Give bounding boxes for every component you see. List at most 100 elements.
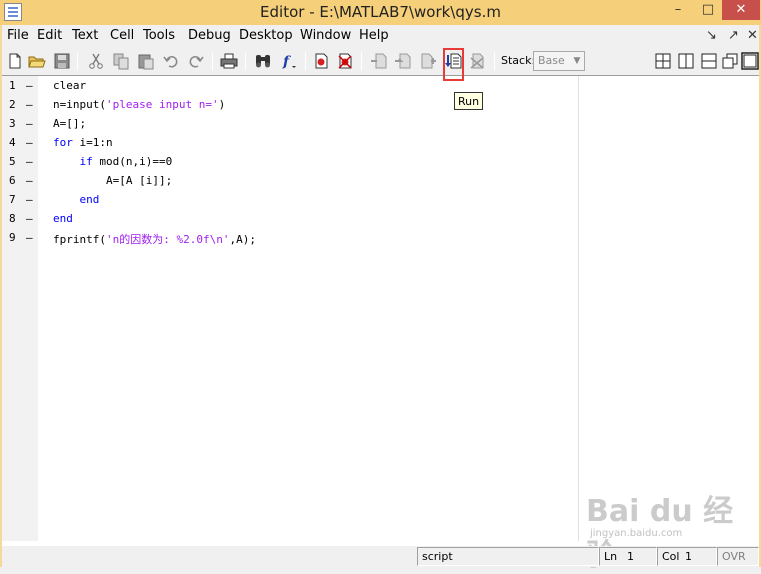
watermark-site: jingyan.baidu.com <box>590 528 683 539</box>
undock-icon[interactable]: ↘ <box>706 28 717 43</box>
title-bar[interactable]: Editor - E:\MATLAB7\work\qys.m – □ ✕ <box>0 0 761 25</box>
code-editor[interactable]: 1–2–3–4–5–6–7–8–9– clear n=input('please … <box>2 75 759 546</box>
breakpoint-marker[interactable]: – <box>26 136 33 149</box>
breakpoint-marker[interactable]: – <box>26 231 33 244</box>
breakpoint-marker[interactable]: – <box>26 174 33 187</box>
tile-grid-icon[interactable] <box>654 52 672 70</box>
paste-icon[interactable] <box>137 52 155 70</box>
menu-cell[interactable]: Cell <box>110 28 134 43</box>
line-number-row[interactable]: 3– <box>2 114 38 133</box>
code-text: n=input( <box>53 98 106 111</box>
split-horizontal-icon[interactable] <box>700 52 718 70</box>
open-folder-icon[interactable] <box>28 52 46 70</box>
code-text: ) <box>218 98 226 111</box>
line-number-row[interactable]: 7– <box>2 190 38 209</box>
menu-edit[interactable]: Edit <box>37 28 62 43</box>
code-line[interactable]: A=[]; <box>53 114 86 133</box>
breakpoint-marker[interactable]: – <box>26 193 33 206</box>
line-number-row[interactable]: 9– <box>2 228 38 247</box>
code-text: A=[A [i]]; <box>53 174 173 187</box>
maximize-button[interactable]: □ <box>694 0 722 20</box>
line-number-row[interactable]: 1– <box>2 76 38 95</box>
stack-label: Stack: <box>501 54 536 67</box>
code-line[interactable]: end <box>53 190 100 209</box>
breakpoint-marker[interactable]: – <box>26 212 33 225</box>
code-line[interactable]: A=[A [i]]; <box>53 171 172 190</box>
breakpoint-marker[interactable]: – <box>26 98 33 111</box>
code-line[interactable]: clear <box>53 76 86 95</box>
run-tooltip: Run <box>454 92 483 110</box>
code-string: 'n的因数为: %2.0f\n' <box>105 233 230 246</box>
status-bar: script Ln 1 Col 1 OVR <box>2 546 759 567</box>
line-number: 7 <box>9 193 16 206</box>
menu-help[interactable]: Help <box>359 28 389 43</box>
cut-icon[interactable] <box>87 52 105 70</box>
line-indicator: Ln 1 <box>599 547 657 566</box>
minimize-button[interactable]: – <box>664 0 692 20</box>
breakpoint-marker[interactable]: – <box>26 117 33 130</box>
line-number-row[interactable]: 8– <box>2 209 38 228</box>
line-number-row[interactable]: 2– <box>2 95 38 114</box>
line-number: 3 <box>9 117 16 130</box>
step-out-icon[interactable] <box>419 52 437 70</box>
step-icon[interactable] <box>370 52 388 70</box>
stack-dropdown[interactable]: Base ▼ <box>533 51 585 71</box>
undo-icon[interactable] <box>162 52 180 70</box>
code-keyword: end <box>53 212 73 225</box>
code-line[interactable]: end <box>53 209 73 228</box>
line-label: Ln <box>604 550 618 563</box>
breakpoint-marker[interactable]: – <box>26 155 33 168</box>
print-icon[interactable] <box>220 52 238 70</box>
line-number: 2 <box>9 98 16 111</box>
new-file-icon[interactable] <box>6 52 24 70</box>
overwrite-indicator: OVR <box>717 547 759 566</box>
code-line[interactable]: if mod(n,i)==0 <box>53 152 173 171</box>
code-line[interactable]: n=input('please input n=') <box>53 95 225 114</box>
menu-file[interactable]: File <box>7 28 29 43</box>
redo-icon[interactable] <box>187 52 205 70</box>
line-number-row[interactable]: 5– <box>2 152 38 171</box>
menu-desktop[interactable]: Desktop <box>239 28 293 43</box>
menu-tools[interactable]: Tools <box>143 28 175 43</box>
line-value: 1 <box>627 550 634 563</box>
breakpoint-marker[interactable]: – <box>26 79 33 92</box>
find-binoculars-icon[interactable] <box>254 52 272 70</box>
code-line[interactable]: fprintf('n的因数为: %2.0f\n',A); <box>53 228 256 247</box>
line-number-row[interactable]: 4– <box>2 133 38 152</box>
menu-text[interactable]: Text <box>72 28 98 43</box>
float-window-icon[interactable] <box>721 52 739 70</box>
toolbar-separator <box>361 52 362 70</box>
line-number-row[interactable]: 6– <box>2 171 38 190</box>
copy-icon[interactable] <box>112 52 130 70</box>
toolbar-separator <box>245 52 246 70</box>
dropdown-arrow-icon[interactable]: ▼ <box>570 52 584 70</box>
set-breakpoint-icon[interactable] <box>312 52 330 70</box>
maximize-document-icon[interactable] <box>741 52 759 70</box>
split-vertical-icon[interactable] <box>677 52 695 70</box>
document-close-icon[interactable]: ✕ <box>747 28 758 43</box>
line-number-gutter: 1–2–3–4–5–6–7–8–9– <box>2 76 38 541</box>
close-button[interactable]: ✕ <box>722 0 760 20</box>
exit-debug-icon[interactable] <box>469 52 487 70</box>
window-title: Editor - E:\MATLAB7\work\qys.m <box>260 3 501 21</box>
clear-breakpoints-icon[interactable] <box>336 52 354 70</box>
code-line[interactable]: for i=1:n <box>53 133 113 152</box>
run-button-highlight <box>443 48 464 81</box>
code-text: fprintf( <box>53 233 106 246</box>
dock-icon[interactable]: ↗ <box>728 28 739 43</box>
column-indicator: Col 1 <box>657 547 717 566</box>
function-icon[interactable]: f <box>280 52 298 70</box>
toolbar-separator <box>305 52 306 70</box>
right-text-limit-line <box>578 76 579 541</box>
column-label: Col <box>662 550 680 563</box>
column-value: 1 <box>685 550 692 563</box>
menu-window[interactable]: Window <box>300 28 351 43</box>
code-text: clear <box>53 79 87 92</box>
baidu-watermark: Bai du 经验 jingyan.baidu.com <box>586 486 756 573</box>
step-in-icon[interactable] <box>394 52 412 70</box>
menu-debug[interactable]: Debug <box>188 28 231 43</box>
code-text: A=[]; <box>53 117 87 130</box>
save-icon[interactable] <box>53 52 71 70</box>
